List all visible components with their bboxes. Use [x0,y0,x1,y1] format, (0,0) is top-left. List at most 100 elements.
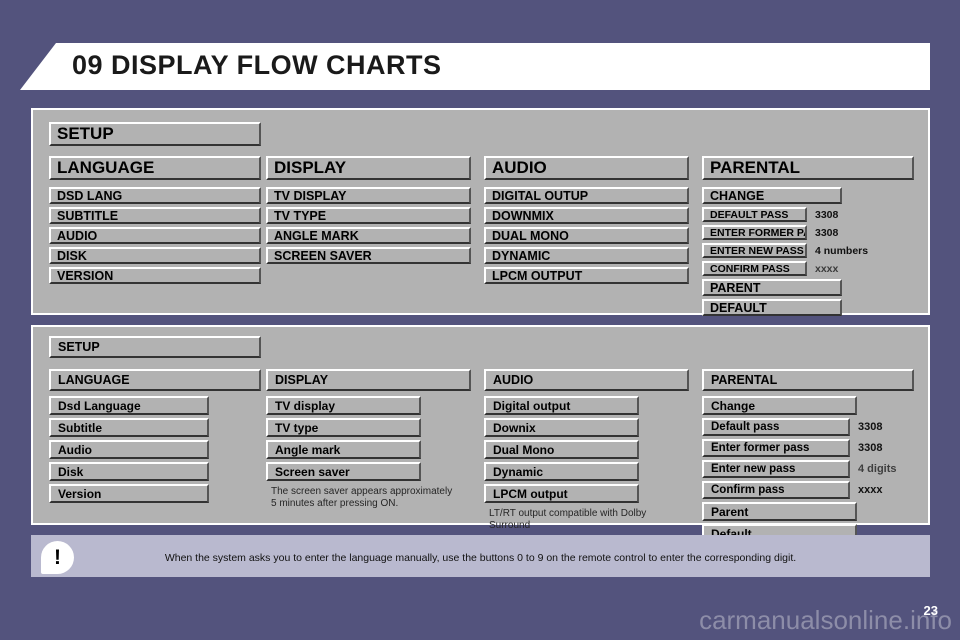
lower-flowchart-panel: SETUP LANGUAGE Dsd Language Subtitle Aud… [31,325,930,543]
upper-item-disk[interactable]: DISK [49,247,261,264]
upper-title-audio[interactable]: AUDIO [484,156,689,180]
lower-item-enter-new-pass[interactable]: Enter new pass [702,460,850,478]
upper-item-tv-display[interactable]: TV DISPLAY [266,187,471,204]
lower-item-version[interactable]: Version [49,484,209,503]
upper-item-version[interactable]: VERSION [49,267,261,284]
upper-item-angle-mark-label: ANGLE MARK [274,228,359,243]
upper-row-enter-new-pass: ENTER NEW PASS 4 numbers [702,243,914,258]
exclamation-glyph: ! [54,546,61,569]
upper-item-default[interactable]: DEFAULT [702,299,842,316]
lower-title-parental-label: PARENTAL [711,373,778,387]
lower-item-digital-output-label: Digital output [493,398,571,413]
upper-item-enter-former-pass[interactable]: ENTER FORMER PASS [702,225,807,240]
lower-item-disk[interactable]: Disk [49,462,209,481]
lower-item-enter-former-pass-label: Enter former pass [711,442,810,454]
upper-item-tv-display-label: TV DISPLAY [274,188,347,203]
lower-item-digital-output[interactable]: Digital output [484,396,639,415]
lower-item-downix[interactable]: Downix [484,418,639,437]
lower-item-dynamic[interactable]: Dynamic [484,462,639,481]
upper-item-lpcm-output-label: LPCM OUTPUT [492,268,583,283]
upper-title-language-label: LANGUAGE [57,158,155,177]
lower-column-display: DISPLAY TV display TV type Angle mark Sc… [266,369,471,509]
lower-item-tv-type[interactable]: TV type [266,418,421,437]
upper-item-enter-new-pass[interactable]: ENTER NEW PASS [702,243,807,258]
lower-title-display[interactable]: DISPLAY [266,369,471,391]
lower-item-lpcm-output[interactable]: LPCM output [484,484,639,503]
lower-title-parental[interactable]: PARENTAL [702,369,914,391]
lower-item-parent[interactable]: Parent [702,502,857,521]
lower-item-screen-saver-label: Screen saver [275,464,350,479]
upper-title-display[interactable]: DISPLAY [266,156,471,180]
upper-title-language[interactable]: LANGUAGE [49,156,261,180]
lower-item-subtitle[interactable]: Subtitle [49,418,209,437]
lower-item-tv-display[interactable]: TV display [266,396,421,415]
upper-column-audio: AUDIO DIGITAL OUTUP DOWNMIX DUAL MONO DY… [484,156,689,284]
lower-item-dsd-language-label: Dsd Language [58,398,141,413]
lower-item-change[interactable]: Change [702,396,857,415]
upper-value-confirm-pass: xxxx [815,262,839,275]
lower-item-change-label: Change [711,398,756,413]
upper-item-dynamic[interactable]: DYNAMIC [484,247,689,264]
lower-column-parental: PARENTAL Change Default pass 3308 Enter … [702,369,914,543]
lower-item-default-pass[interactable]: Default pass [702,418,850,436]
page-title: 09 DISPLAY FLOW CHARTS [72,50,442,80]
lower-item-parent-label: Parent [711,504,749,519]
upper-title-audio-label: AUDIO [492,158,547,177]
lower-item-audio[interactable]: Audio [49,440,209,459]
upper-value-enter-former-pass: 3308 [815,226,839,239]
lower-value-confirm-pass: xxxx [858,484,883,496]
lower-row-enter-new-pass: Enter new pass 4 digits [702,460,914,478]
lower-title-display-label: DISPLAY [275,373,329,387]
upper-title-display-label: DISPLAY [274,158,347,177]
upper-item-default-pass[interactable]: DEFAULT PASS [702,207,807,222]
lower-item-downix-label: Downix [493,420,536,435]
lower-item-dsd-language[interactable]: Dsd Language [49,396,209,415]
lower-item-enter-former-pass[interactable]: Enter former pass [702,439,850,457]
lower-item-confirm-pass-label: Confirm pass [711,484,785,496]
upper-item-confirm-pass[interactable]: CONFIRM PASS [702,261,807,276]
upper-item-change[interactable]: CHANGE [702,187,842,204]
lower-title-language[interactable]: LANGUAGE [49,369,261,391]
page-number: 23 [923,603,938,618]
upper-item-audio[interactable]: AUDIO [49,227,261,244]
warning-bar: When the system asks you to enter the la… [31,535,930,581]
lower-root-setup-button[interactable]: SETUP [49,336,261,358]
lower-row-parent: Parent [702,502,914,521]
upper-item-downmix[interactable]: DOWNMIX [484,207,689,224]
upper-row-enter-former-pass: ENTER FORMER PASS 3308 [702,225,914,240]
lower-item-angle-mark[interactable]: Angle mark [266,440,421,459]
lower-title-audio[interactable]: AUDIO [484,369,689,391]
upper-column-display: DISPLAY TV DISPLAY TV TYPE ANGLE MARK SC… [266,156,471,264]
upper-item-tv-type[interactable]: TV TYPE [266,207,471,224]
upper-title-parental-label: PARENTAL [710,158,801,177]
upper-item-subtitle-label: SUBTITLE [57,208,119,223]
upper-item-dual-mono[interactable]: DUAL MONO [484,227,689,244]
lower-row-enter-former-pass: Enter former pass 3308 [702,439,914,457]
upper-row-default: DEFAULT [702,299,914,316]
upper-item-lpcm-output[interactable]: LPCM OUTPUT [484,267,689,284]
upper-item-default-label: DEFAULT [710,300,767,315]
upper-item-parent[interactable]: PARENT [702,279,842,296]
upper-item-change-label: CHANGE [710,188,765,203]
lower-row-default-pass: Default pass 3308 [702,418,914,436]
lower-value-enter-former-pass: 3308 [858,442,883,454]
lower-root-setup-label: SETUP [58,340,100,354]
upper-root-setup-button[interactable]: SETUP [49,122,261,146]
lower-item-confirm-pass[interactable]: Confirm pass [702,481,850,499]
lower-item-dual-mono[interactable]: Dual Mono [484,440,639,459]
upper-title-parental[interactable]: PARENTAL [702,156,914,180]
upper-row-parent: PARENT [702,279,914,296]
upper-item-angle-mark[interactable]: ANGLE MARK [266,227,471,244]
upper-item-dsd-lang[interactable]: DSD LANG [49,187,261,204]
upper-value-default-pass: 3308 [815,208,839,221]
lower-item-screen-saver[interactable]: Screen saver [266,462,421,481]
upper-item-screen-saver[interactable]: SCREEN SAVER [266,247,471,264]
upper-item-downmix-label: DOWNMIX [492,208,554,223]
lower-item-tv-type-label: TV type [275,420,319,435]
upper-root-setup-label: SETUP [57,124,114,143]
upper-item-subtitle[interactable]: SUBTITLE [49,207,261,224]
upper-item-digital-output[interactable]: DIGITAL OUTUP [484,187,689,204]
lower-note-display: The screen saver appears approximately 5… [271,486,453,509]
lower-row-confirm-pass: Confirm pass xxxx [702,481,914,499]
lower-item-enter-new-pass-label: Enter new pass [711,463,796,475]
